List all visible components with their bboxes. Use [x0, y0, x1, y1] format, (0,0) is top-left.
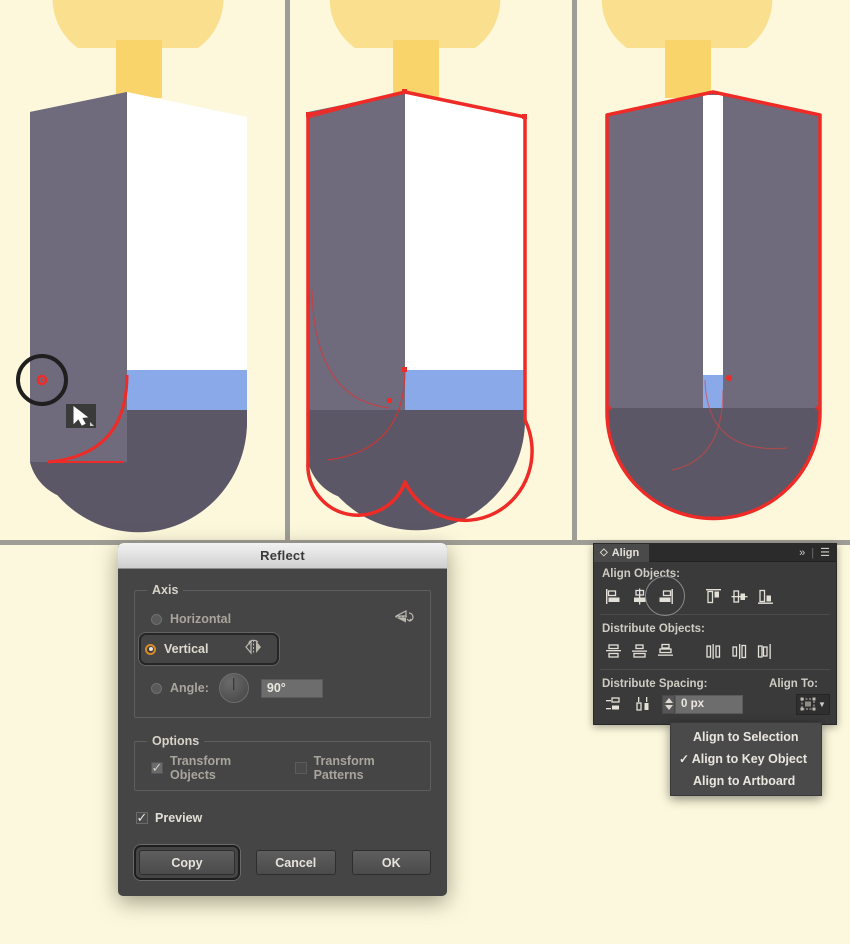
axis-option-vertical[interactable]: Vertical — [139, 633, 279, 665]
align-to-key-object-icon — [800, 697, 816, 711]
align-panel-tab-bar[interactable]: ◇ Align » | ☰ — [594, 543, 836, 562]
align-objects-label: Align Objects: — [602, 568, 680, 580]
reflect-horizontal-icon — [394, 609, 414, 630]
dialog-button-row: Copy Cancel OK — [134, 845, 431, 880]
angle-radio[interactable] — [151, 682, 162, 694]
artwork-before-reflect — [0, 0, 285, 540]
transform-patterns-label: Transform Patterns — [313, 754, 375, 782]
menu-label-align-to-key-object: Align to Key Object — [691, 752, 807, 766]
artwork-panel-2 — [290, 0, 572, 540]
align-panel[interactable]: ◇ Align » | ☰ Align Objects: Distribute … — [593, 543, 837, 725]
panel-separator: | — [811, 546, 815, 559]
vertical-distribute-bottom-icon[interactable] — [652, 639, 678, 663]
vertical-distribute-top-icon[interactable] — [600, 639, 626, 663]
align-to-label: Align To: — [769, 678, 818, 690]
distribute-objects-label: Distribute Objects: — [602, 623, 705, 635]
vertical-distribute-space-icon[interactable] — [600, 692, 626, 716]
horizontal-distribute-center-icon[interactable] — [726, 639, 752, 663]
options-group-legend: Options — [152, 734, 200, 748]
dialog-title-bar[interactable]: Reflect — [118, 543, 447, 569]
copy-button-focus-ring: Copy — [134, 845, 240, 880]
chevron-down-icon[interactable]: ▼ — [818, 700, 826, 709]
align-panel-tab-label: Align — [611, 546, 640, 559]
horizontal-align-left-icon[interactable] — [600, 584, 626, 608]
horizontal-distribute-space-icon[interactable] — [630, 692, 656, 716]
preview-checkbox[interactable] — [136, 812, 148, 824]
align-panel-tab-controls: » | ☰ — [799, 546, 836, 560]
align-objects-row — [594, 576, 836, 616]
horizontal-radio[interactable] — [151, 613, 162, 625]
horizontal-align-right-icon[interactable] — [645, 576, 685, 616]
distribute-spacing-label: Distribute Spacing: — [602, 678, 708, 690]
horizontal-distribute-right-icon[interactable] — [752, 639, 778, 663]
distribute-spacing-row: 0 px ▼ — [594, 692, 836, 724]
double-chevron-right-icon[interactable]: » — [799, 547, 805, 559]
menu-item-align-to-key-object[interactable]: ✓ Align to Key Object — [671, 748, 821, 770]
distribute-objects-row — [594, 637, 836, 667]
preview-label: Preview — [155, 811, 203, 825]
vertical-radio[interactable] — [145, 643, 156, 655]
panel-menu-icon[interactable]: ☰ — [820, 546, 830, 559]
menu-item-align-to-selection[interactable]: Align to Selection — [671, 726, 821, 748]
vertical-distribute-center-icon[interactable] — [626, 639, 652, 663]
spacing-stepper[interactable] — [662, 694, 675, 714]
menu-label-align-to-selection: Align to Selection — [693, 730, 799, 744]
transform-objects-label: Transform Objects — [170, 754, 232, 782]
axis-group-legend: Axis — [152, 583, 179, 597]
copy-button[interactable]: Copy — [139, 850, 235, 875]
arrow-cursor — [66, 404, 96, 428]
axis-group: Axis Horizontal Vertical Angle: 90° — [134, 583, 431, 718]
dialog-title: Reflect — [260, 548, 305, 563]
menu-item-align-to-artboard[interactable]: Align to Artboard — [671, 770, 821, 792]
panel-collapse-icon[interactable]: ◇ — [600, 547, 608, 558]
align-to-dropdown-menu[interactable]: Align to Selection ✓ Align to Key Object… — [670, 722, 822, 796]
artwork-panel-1 — [0, 0, 285, 540]
preview-row[interactable]: Preview — [134, 807, 431, 829]
reflect-dialog[interactable]: Reflect Axis Horizontal Vertical Angle: … — [118, 543, 447, 896]
axis-option-angle[interactable]: Angle: 90° — [145, 671, 420, 705]
spacing-and-alignto-header: Distribute Spacing: Align To: — [594, 672, 836, 692]
align-panel-tab[interactable]: ◇ Align — [594, 543, 650, 562]
spacing-input[interactable]: 0 px — [675, 694, 743, 714]
align-panel-separator-1 — [600, 614, 830, 615]
angle-dial-icon[interactable] — [218, 673, 249, 703]
reflect-vertical-icon — [243, 638, 265, 660]
horizontal-label: Horizontal — [170, 612, 232, 626]
align-to-button[interactable]: ▼ — [796, 693, 830, 715]
horizontal-distribute-left-icon[interactable] — [700, 639, 726, 663]
transform-patterns-checkbox[interactable] — [294, 762, 307, 774]
vertical-label: Vertical — [164, 642, 209, 656]
artwork-reflect-preview — [290, 0, 572, 540]
check-icon: ✓ — [679, 752, 690, 766]
align-panel-separator-2 — [600, 669, 830, 670]
options-group: Options Transform Objects Transform Patt… — [134, 734, 431, 791]
menu-label-align-to-artboard: Align to Artboard — [693, 774, 796, 788]
artwork-after-reflect — [577, 0, 850, 540]
artwork-panel-3 — [577, 0, 850, 540]
vertical-align-bottom-icon[interactable] — [752, 584, 778, 608]
vertical-align-top-icon[interactable] — [700, 584, 726, 608]
vertical-align-center-icon[interactable] — [726, 584, 752, 608]
angle-input[interactable]: 90° — [260, 678, 323, 698]
cancel-button[interactable]: Cancel — [256, 850, 336, 875]
angle-label: Angle: — [170, 681, 209, 695]
axis-option-horizontal[interactable]: Horizontal — [145, 605, 420, 633]
ok-button[interactable]: OK — [351, 850, 431, 875]
transform-objects-checkbox[interactable] — [151, 762, 163, 774]
